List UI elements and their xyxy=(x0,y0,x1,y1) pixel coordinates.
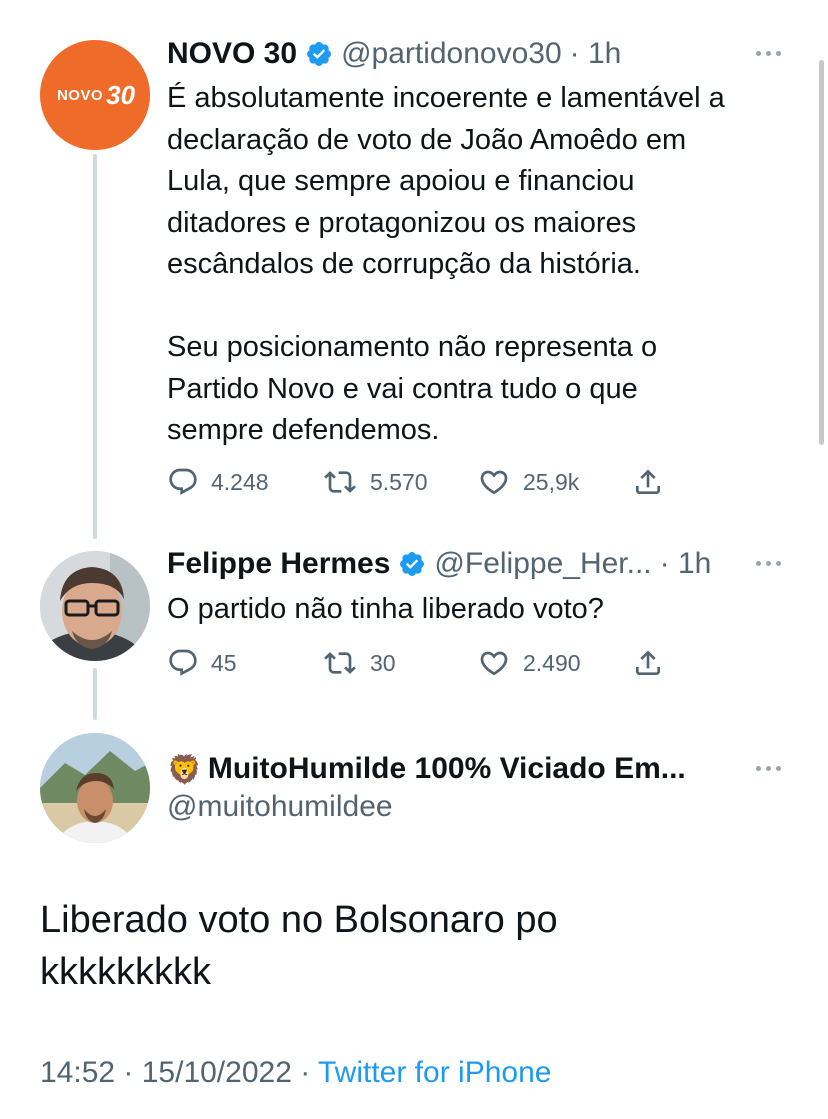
more-icon[interactable] xyxy=(756,561,781,566)
author-name[interactable]: Felippe Hermes xyxy=(167,547,390,581)
retweet-icon xyxy=(324,471,356,493)
thread-line xyxy=(93,154,97,539)
share-icon xyxy=(636,469,660,494)
tweet2-actions: 45 30 2.490 xyxy=(167,645,664,681)
share-button[interactable] xyxy=(632,466,664,498)
tweet3-header: 🦁 MuitoHumilde 100% Viciado Em... xyxy=(167,750,686,788)
reply-count: 4.248 xyxy=(211,468,269,495)
avatar-photo xyxy=(40,551,150,661)
reply-button[interactable]: 45 xyxy=(167,647,322,679)
reply-button[interactable]: 4.248 xyxy=(167,466,322,498)
like-button[interactable]: 2.490 xyxy=(477,647,632,679)
tweet-time[interactable]: · 1h xyxy=(570,37,622,71)
tweet-timestamp[interactable]: 14:52 · 15/10/2022 · xyxy=(40,1056,318,1089)
verified-badge-icon xyxy=(400,552,425,576)
tweet-time[interactable]: · 1h xyxy=(660,547,712,581)
author-handle[interactable]: @partidonovo30 xyxy=(341,37,562,71)
tweet-text: O partido não tinha liberado voto? xyxy=(167,593,604,625)
more-icon[interactable] xyxy=(756,766,781,771)
retweet-count: 30 xyxy=(370,649,396,676)
tweet-source-link[interactable]: Twitter for iPhone xyxy=(318,1056,551,1089)
avatar-photo xyxy=(40,733,150,843)
reply-icon xyxy=(169,468,197,495)
avatar-novo30[interactable]: NOVO 30 xyxy=(40,40,150,150)
avatar-muitohumilde[interactable] xyxy=(40,733,150,843)
reply-icon xyxy=(169,649,197,676)
author-handle[interactable]: @Felippe_Her... xyxy=(434,547,651,581)
share-button[interactable] xyxy=(632,647,664,679)
like-button[interactable]: 25,9k xyxy=(477,466,632,498)
like-icon xyxy=(480,651,508,676)
reply-count: 45 xyxy=(211,649,237,676)
verified-badge-icon xyxy=(307,42,332,66)
focused-tweet-text: Liberado voto no Bolsonaro po kkkkkkkkk xyxy=(40,899,558,993)
lion-emoji: 🦁 xyxy=(167,753,202,785)
retweet-icon xyxy=(324,652,356,674)
author-handle[interactable]: @muitohumildee xyxy=(167,790,393,824)
tweet2-header: Felippe Hermes @Felippe_Her... · 1h xyxy=(167,546,711,582)
tweet1-header: NOVO 30 @partidonovo30 · 1h xyxy=(167,36,621,72)
tweet-text: É absolutamente incoerente e lamentável … xyxy=(167,82,725,446)
retweet-count: 5.570 xyxy=(370,468,428,495)
tweet-metadata: 14:52 · 15/10/2022 · Twitter for iPhone xyxy=(40,1056,551,1090)
share-icon xyxy=(636,650,660,675)
more-icon[interactable] xyxy=(756,51,781,56)
avatar-felippe-hermes[interactable] xyxy=(40,551,150,661)
thread-line xyxy=(93,668,97,720)
author-name[interactable]: NOVO 30 xyxy=(167,37,297,71)
retweet-button[interactable]: 30 xyxy=(322,647,477,679)
like-icon xyxy=(480,470,508,495)
retweet-button[interactable]: 5.570 xyxy=(322,466,477,498)
like-count: 2.490 xyxy=(523,649,581,676)
like-count: 25,9k xyxy=(523,468,580,495)
tweet1-actions: 4.248 5.570 25,9k xyxy=(167,464,664,500)
logo-text: NOVO xyxy=(56,86,104,104)
scrollbar[interactable] xyxy=(819,60,824,445)
logo-number: 30 xyxy=(106,79,136,110)
author-name[interactable]: MuitoHumilde 100% Viciado Em... xyxy=(208,752,686,786)
